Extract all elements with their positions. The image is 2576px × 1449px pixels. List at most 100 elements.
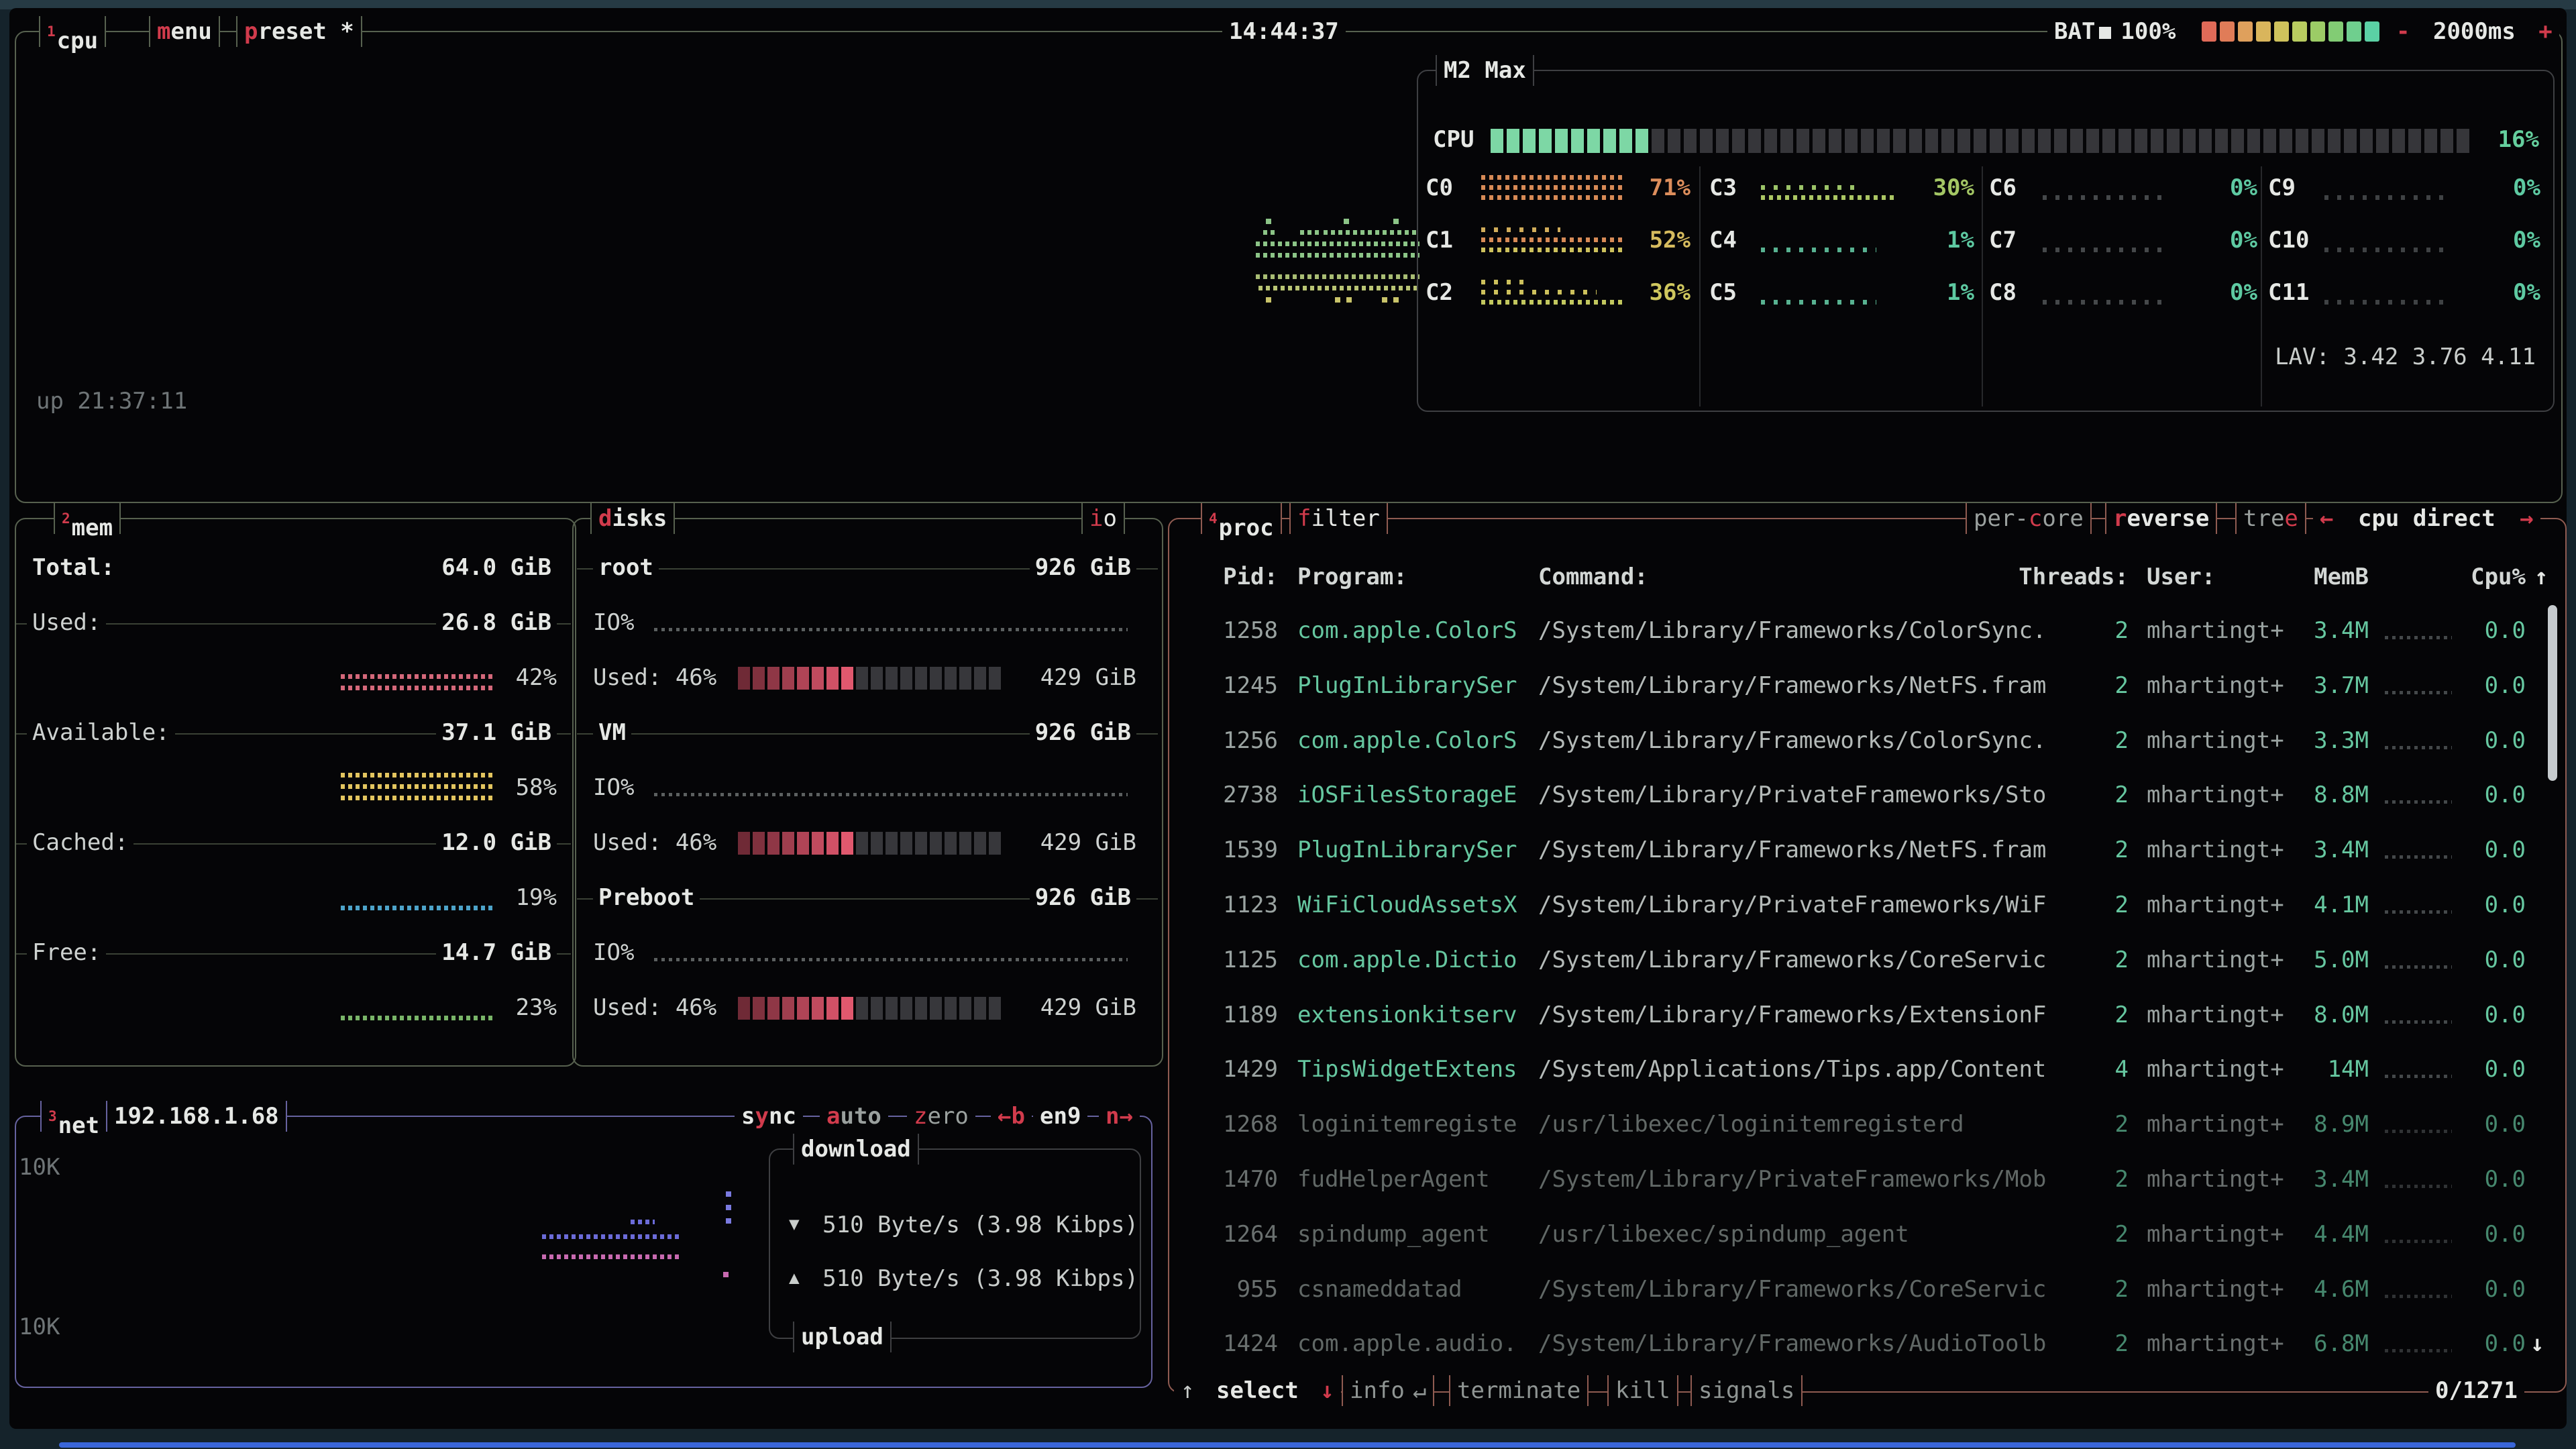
cpu-meter-block — [1700, 129, 1713, 153]
cpu-meter-block — [2086, 129, 2099, 153]
disk-used-block — [767, 667, 780, 690]
proc-row[interactable]: 1189 extensionkitserv /System/Library/Fr… — [1169, 1002, 2563, 1031]
menu-button[interactable]: menu — [149, 16, 220, 47]
tab-proc[interactable]: 4proc — [1201, 503, 1282, 534]
core-graph-row — [1481, 300, 1625, 305]
tab-net[interactable]: 3net — [40, 1101, 107, 1132]
proc-sort-selector[interactable]: ← cpu direct → — [2313, 503, 2540, 534]
proc-row[interactable]: 1470 fudHelperAgent /System/Library/Priv… — [1169, 1166, 2563, 1195]
kill-button[interactable]: kill — [1607, 1375, 1678, 1406]
download-arrow-icon: ▼ — [789, 1214, 800, 1234]
info-button[interactable]: info↵ — [1342, 1375, 1434, 1406]
cpu-meter-block — [2199, 129, 2212, 153]
cpu-meter-block — [1555, 129, 1568, 153]
proc-cpu: 0.0 — [2463, 1330, 2526, 1357]
cpu-meter-block — [2440, 129, 2453, 153]
cpu-meter-block — [1523, 129, 1536, 153]
proc-row[interactable]: 1264 spindump_agent /usr/libexec/spindum… — [1169, 1221, 2563, 1250]
col-memb: MemB — [2281, 564, 2369, 590]
proc-user: mhartingt+ — [2147, 892, 2284, 918]
proc-program: PlugInLibrarySer — [1297, 672, 1517, 699]
proc-percore-toggle[interactable]: per-core — [1966, 503, 2092, 534]
proc-mem-dots — [2385, 1130, 2452, 1133]
cpu-meter-block — [2022, 129, 2035, 153]
proc-cpu: 0.0 — [2463, 1002, 2526, 1028]
interval-decrease-button[interactable]: - — [2396, 18, 2410, 45]
proc-pid: 955 — [1183, 1276, 1278, 1303]
disk-used-block — [782, 832, 794, 855]
proc-row[interactable]: 1125 com.apple.Dictio /System/Library/Fr… — [1169, 947, 2563, 976]
proc-row[interactable]: 1424 com.apple.audio. /System/Library/Fr… — [1169, 1330, 2563, 1360]
core-graph-row — [2043, 195, 2165, 200]
preset-button[interactable]: preset * — [236, 16, 362, 47]
proc-row[interactable]: 2738 iOSFilesStorageE /System/Library/Pr… — [1169, 782, 2563, 811]
proc-mem-dots — [2385, 1075, 2452, 1078]
proc-reverse-toggle[interactable]: reverse — [2105, 503, 2217, 534]
net-sync-toggle[interactable]: sync — [735, 1101, 803, 1132]
proc-command: /System/Library/Frameworks/ColorSync. — [1538, 617, 2046, 644]
terminate-button[interactable]: terminate — [1449, 1375, 1589, 1406]
net-ip-address: 192.168.1.68 — [106, 1101, 287, 1132]
select-control[interactable]: ↑ select ↓ — [1174, 1375, 1341, 1406]
disk-used-block — [900, 997, 912, 1020]
core-graph-row — [1761, 248, 1876, 252]
cpu-meter-block — [1716, 129, 1729, 153]
tab-mem[interactable]: 2mem — [54, 503, 121, 534]
disk-used-block — [900, 832, 912, 855]
proc-row[interactable]: 1258 com.apple.ColorS /System/Library/Fr… — [1169, 617, 2563, 647]
proc-command: /usr/libexec/loginitemregisterd — [1538, 1111, 1964, 1138]
proc-row[interactable]: 1268 loginitemregiste /usr/libexec/login… — [1169, 1111, 2563, 1140]
net-zero-toggle[interactable]: zero — [907, 1101, 975, 1132]
proc-cpu: 0.0 — [2463, 672, 2526, 699]
proc-threads: 2 — [2068, 837, 2129, 863]
proc-row[interactable]: 1256 com.apple.ColorS /System/Library/Fr… — [1169, 727, 2563, 757]
cpu-meter-block — [2457, 129, 2469, 153]
proc-row[interactable]: 955 csnameddatad /System/Library/Framewo… — [1169, 1276, 2563, 1305]
disk-io-graph — [654, 628, 1128, 631]
proc-cpu: 0.0 — [2463, 1056, 2526, 1083]
proc-mem-dots — [2385, 965, 2452, 969]
net-next-interface-button[interactable]: n→ — [1099, 1101, 1140, 1132]
signals-button[interactable]: signals — [1690, 1375, 1803, 1406]
sort-left-arrow-icon[interactable]: ← — [2320, 505, 2333, 532]
tab-cpu[interactable]: 1cpu — [39, 16, 106, 47]
proc-row[interactable]: 1429 TipsWidgetExtens /System/Applicatio… — [1169, 1056, 2563, 1085]
interval-increase-button[interactable]: + — [2538, 18, 2552, 45]
proc-mem-dots — [2385, 1349, 2452, 1352]
proc-tree-toggle[interactable]: tree — [2235, 503, 2306, 534]
core-graph-row — [2043, 248, 2165, 252]
core-graph-row — [2324, 300, 2447, 305]
net-auto-toggle[interactable]: auto — [820, 1101, 888, 1132]
proc-program: loginitemregiste — [1297, 1111, 1517, 1138]
upload-arrow-icon: ▲ — [789, 1268, 800, 1288]
mem-stat-meter — [341, 773, 494, 777]
sort-right-arrow-icon[interactable]: → — [2520, 505, 2533, 532]
core-label: C11 — [2268, 279, 2309, 306]
disk-size: 926 GiB — [939, 884, 1136, 911]
cpu-meter-block — [1587, 129, 1600, 153]
core-label: C9 — [2268, 174, 2296, 201]
mem-stat-label: Free: — [27, 939, 106, 966]
disks-io-toggle[interactable]: io — [1081, 503, 1125, 534]
cpu-meter-block — [2215, 129, 2228, 153]
disk-used-block — [826, 832, 839, 855]
proc-mem: 3.4M — [2283, 1166, 2369, 1193]
proc-row[interactable]: 1539 PlugInLibrarySer /System/Library/Fr… — [1169, 837, 2563, 866]
proc-filter-button[interactable]: filter — [1289, 503, 1388, 534]
core-percent: 1% — [1894, 279, 1974, 306]
proc-mem: 4.4M — [2283, 1221, 2369, 1248]
core-label: C3 — [1709, 174, 1737, 201]
proc-command: /System/Library/Frameworks/NetFS.fram — [1538, 672, 2046, 699]
proc-command: /System/Library/Frameworks/CoreServic — [1538, 947, 2046, 973]
net-prev-interface-button[interactable]: ←b — [991, 1101, 1032, 1132]
proc-row[interactable]: 1245 PlugInLibrarySer /System/Library/Fr… — [1169, 672, 2563, 702]
cpu-meter-block — [1619, 129, 1632, 153]
proc-cpu: 0.0 — [2463, 617, 2526, 644]
load-average: LAV: 3.42 3.76 4.11 — [2267, 343, 2536, 370]
proc-cpu: 0.0 — [2463, 1111, 2526, 1138]
disk-used-block — [753, 667, 765, 690]
proc-scrollbar[interactable] — [2548, 605, 2557, 781]
disk-size: 926 GiB — [939, 719, 1136, 746]
tab-disks[interactable]: disks — [590, 503, 675, 534]
proc-row[interactable]: 1123 WiFiCloudAssetsX /System/Library/Pr… — [1169, 892, 2563, 921]
